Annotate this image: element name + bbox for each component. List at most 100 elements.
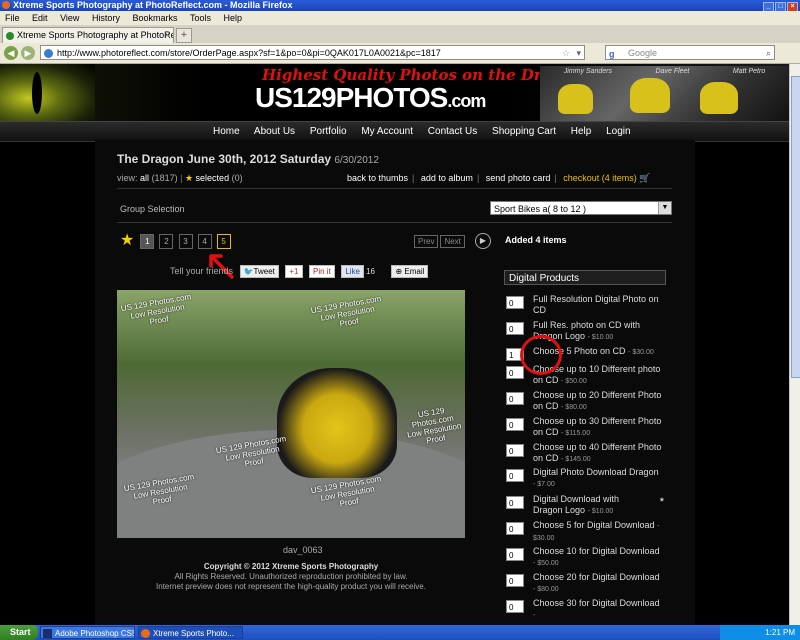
start-button[interactable]: Start bbox=[0, 625, 38, 640]
watermark: US 129 Photos.com Low Resolution Proof bbox=[406, 405, 462, 446]
quantity-input[interactable]: 0 bbox=[506, 392, 524, 405]
dragon-eye-graphic bbox=[0, 64, 95, 121]
page-2-button[interactable]: 2 bbox=[159, 234, 174, 249]
menu-tools[interactable]: Tools bbox=[190, 13, 211, 23]
nav-login[interactable]: Login bbox=[606, 126, 630, 137]
copyright-line-2: All Rights Reserved. Unauthorized reprod… bbox=[174, 572, 408, 581]
view-all-count: (1817) bbox=[151, 173, 178, 183]
rider-name-1: Jimmy Sanders bbox=[563, 68, 612, 75]
page-3-button[interactable]: 3 bbox=[178, 234, 193, 249]
nav-home[interactable]: Home bbox=[213, 126, 240, 137]
required-asterisk: * bbox=[659, 496, 664, 508]
page-scrollbar[interactable] bbox=[789, 64, 800, 625]
motorcycle-graphic bbox=[277, 368, 397, 478]
back-icon[interactable]: ◀ bbox=[4, 46, 18, 60]
product-name: Full Resolution Digital Photo on CD bbox=[533, 294, 659, 315]
product-name: Choose up to 40 Different Photo on CD bbox=[533, 442, 662, 463]
album-date: 6/30/2012 bbox=[334, 155, 379, 166]
quantity-input[interactable]: 0 bbox=[506, 366, 524, 379]
quantity-input[interactable]: 0 bbox=[506, 444, 524, 457]
browser-tab[interactable]: Xtreme Sports Photography at PhotoReflec… bbox=[2, 27, 174, 43]
nav-shopping-cart[interactable]: Shopping Cart bbox=[492, 126, 556, 137]
quantity-input[interactable]: 0 bbox=[506, 418, 524, 431]
quantity-input[interactable]: 0 bbox=[506, 496, 524, 509]
tweet-button[interactable]: 🐦Tweet bbox=[239, 265, 279, 278]
logo-suffix: .com bbox=[447, 91, 486, 111]
facebook-like-button[interactable]: Like bbox=[341, 265, 365, 278]
back-to-thumbs-link[interactable]: back to thumbs bbox=[347, 173, 408, 183]
site-identity-icon bbox=[44, 49, 53, 58]
prev-button[interactable]: Prev bbox=[414, 235, 439, 248]
window-title: Xtreme Sports Photography at PhotoReflec… bbox=[13, 0, 293, 10]
product-name: Choose up to 30 Different Photo on CD bbox=[533, 416, 662, 437]
nav-my-account[interactable]: My Account bbox=[361, 126, 413, 137]
product-price: - $80.00 bbox=[533, 586, 559, 593]
tab-close-icon[interactable]: × bbox=[165, 28, 170, 43]
menu-bookmarks[interactable]: Bookmarks bbox=[132, 13, 177, 23]
taskbar-item-firefox[interactable]: Xtreme Sports Photo... bbox=[138, 626, 243, 639]
page-1-button[interactable]: 1 bbox=[140, 234, 155, 249]
nav-contact-us[interactable]: Contact Us bbox=[428, 126, 477, 137]
menu-edit[interactable]: Edit bbox=[32, 13, 48, 23]
product-name: Digital Photo Download Dragon bbox=[533, 467, 659, 477]
nav-help[interactable]: Help bbox=[571, 126, 592, 137]
firefox-icon bbox=[2, 1, 10, 9]
quantity-input[interactable]: 0 bbox=[506, 296, 524, 309]
scrollbar-thumb[interactable] bbox=[791, 76, 800, 378]
search-box[interactable]: g Google ⌕ bbox=[605, 45, 775, 60]
rider-names: Jimmy Sanders Dave Fleet Matt Petro bbox=[542, 68, 787, 75]
favorite-star-icon[interactable]: ★ bbox=[120, 232, 134, 249]
quantity-input[interactable]: 0 bbox=[506, 600, 524, 613]
nav-portfolio[interactable]: Portfolio bbox=[310, 126, 347, 137]
search-icon[interactable]: ⌕ bbox=[766, 46, 771, 61]
album-name: The Dragon June 30th, 2012 Saturday bbox=[117, 152, 332, 166]
firefox-icon bbox=[141, 629, 150, 638]
quantity-input[interactable]: 0 bbox=[506, 574, 524, 587]
tab-bar: Xtreme Sports Photography at PhotoReflec… bbox=[0, 25, 800, 44]
rider-image-3 bbox=[700, 82, 738, 114]
view-all-link[interactable]: all bbox=[140, 173, 149, 183]
digital-products-heading: Digital Products bbox=[504, 270, 666, 285]
quantity-input[interactable]: 0 bbox=[506, 469, 524, 482]
quantity-input[interactable]: 0 bbox=[506, 548, 524, 561]
nav-about-us[interactable]: About Us bbox=[254, 126, 295, 137]
forward-icon[interactable]: ▶ bbox=[21, 46, 35, 60]
page-selector: ★ 1 2 3 4 5 bbox=[120, 232, 233, 249]
menu-view[interactable]: View bbox=[60, 13, 79, 23]
chevron-down-icon[interactable]: ▼ bbox=[658, 202, 671, 214]
product-price: - $30.00 bbox=[628, 349, 654, 356]
menu-help[interactable]: Help bbox=[224, 13, 243, 23]
taskbar-item-photoshop[interactable]: Adobe Photoshop CS5.1 ... bbox=[40, 626, 135, 639]
page-4-button[interactable]: 4 bbox=[197, 234, 212, 249]
slideshow-play-icon[interactable]: ▶ bbox=[475, 233, 491, 249]
view-label: view: bbox=[117, 173, 138, 183]
view-selected-link[interactable]: selected bbox=[196, 173, 230, 183]
bookmark-star-icon[interactable]: ☆ bbox=[562, 46, 570, 59]
add-to-album-link[interactable]: add to album bbox=[421, 173, 473, 183]
send-photo-card-link[interactable]: send photo card bbox=[486, 173, 551, 183]
site-logo[interactable]: US129PHOTOS.com bbox=[255, 82, 486, 114]
quantity-input[interactable]: 0 bbox=[506, 322, 524, 335]
next-button[interactable]: Next bbox=[440, 235, 465, 248]
checkout-link[interactable]: checkout (4 items) bbox=[563, 173, 637, 183]
menu-file[interactable]: File bbox=[5, 13, 20, 23]
menu-history[interactable]: History bbox=[92, 13, 120, 23]
new-tab-button[interactable]: + bbox=[176, 28, 192, 43]
group-selection-dropdown[interactable]: Sport Bikes a( 8 to 12 ) ▼ bbox=[490, 201, 672, 215]
page-5-button[interactable]: 5 bbox=[216, 234, 231, 249]
group-selection-value: Sport Bikes a( 8 to 12 ) bbox=[494, 204, 587, 214]
url-bar[interactable]: http://www.photoreflect.com/store/OrderP… bbox=[40, 45, 585, 60]
rider-name-3: Matt Petro bbox=[732, 68, 766, 75]
photo-preview[interactable]: US 129 Photos.com Low Resolution Proof US … bbox=[117, 290, 465, 538]
quantity-input[interactable]: 0 bbox=[506, 522, 524, 535]
product-price: - $115.00 bbox=[561, 430, 591, 437]
search-placeholder: Google bbox=[628, 48, 658, 58]
rider-image-1 bbox=[558, 84, 593, 114]
copyright-line-1: Copyright © 2012 Xtreme Sports Photograp… bbox=[203, 562, 379, 571]
url-dropdown-icon[interactable]: ▾ bbox=[576, 46, 581, 59]
google-plus-button[interactable]: +1 bbox=[285, 265, 303, 278]
email-button[interactable]: ⊕ Email bbox=[391, 265, 429, 278]
cart-icon[interactable]: 🛒 bbox=[639, 173, 650, 183]
pin-it-button[interactable]: Pin it bbox=[309, 265, 335, 278]
product-price: - $10.00 bbox=[587, 508, 614, 515]
